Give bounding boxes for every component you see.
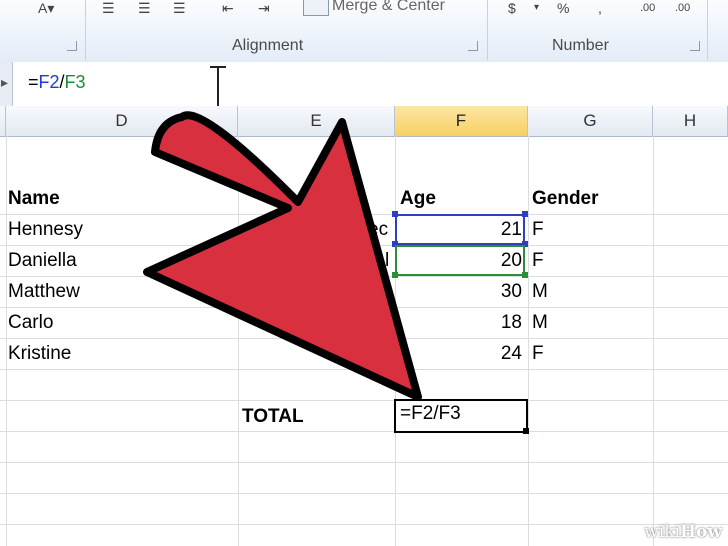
watermark-prefix: wiki <box>644 522 680 542</box>
pointer-arrow-icon <box>143 111 422 401</box>
watermark-suffix: How <box>679 522 722 542</box>
watermark-logo: wikiHow <box>644 522 722 542</box>
